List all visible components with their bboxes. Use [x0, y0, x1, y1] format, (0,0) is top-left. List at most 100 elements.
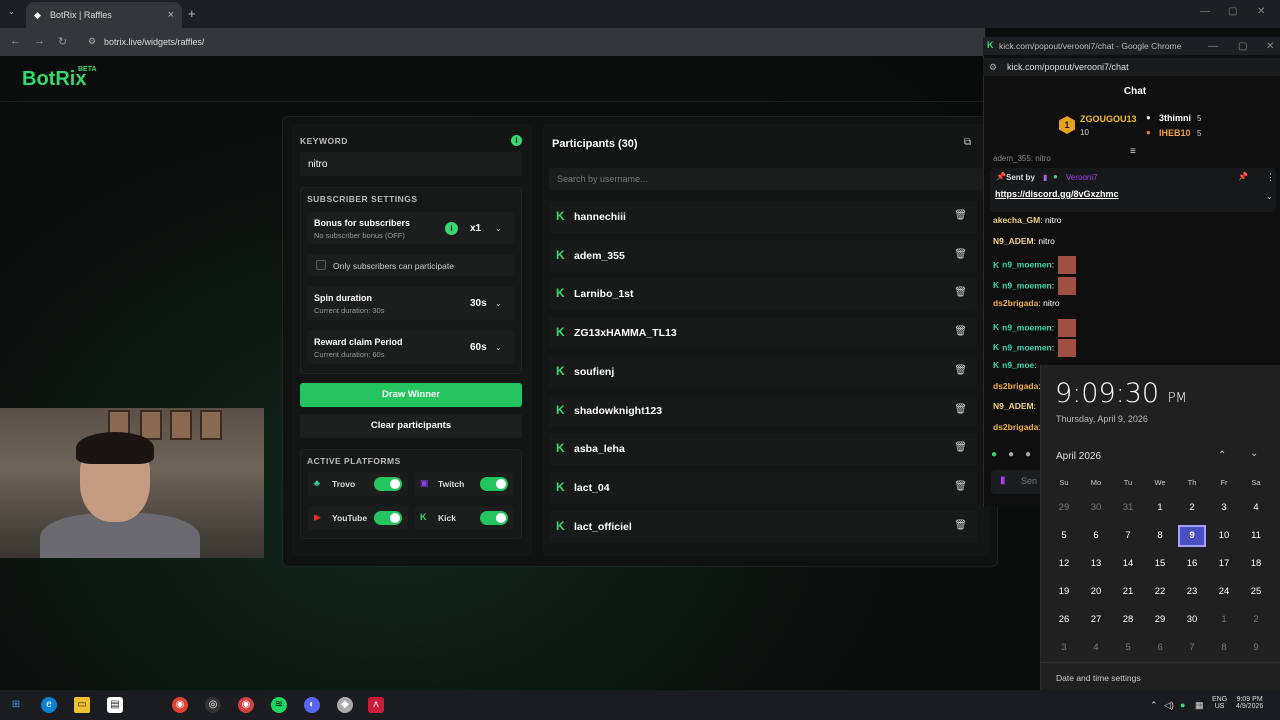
close-window-icon[interactable]: ✕ — [1257, 6, 1265, 17]
app-icon[interactable]: ʌ — [368, 697, 384, 713]
calendar-day[interactable]: 26 — [1050, 609, 1078, 631]
calendar-day[interactable]: 5 — [1050, 525, 1078, 547]
app-icon[interactable]: ◆ — [337, 697, 353, 713]
url-field[interactable]: ⚙ botrix.live/widgets/raffles/ — [86, 33, 981, 51]
copy-icon[interactable]: ⧉ — [964, 137, 971, 148]
calendar-day[interactable]: 6 — [1082, 525, 1110, 547]
calendar-day[interactable]: 29 — [1146, 609, 1174, 631]
file-explorer-icon[interactable]: ▭ — [74, 697, 90, 713]
trash-icon[interactable]: 🗑 — [954, 287, 967, 298]
calendar-day[interactable]: 10 — [1210, 525, 1238, 547]
calendar-day[interactable]: 1 — [1210, 609, 1238, 631]
calendar-day[interactable]: 22 — [1146, 581, 1174, 603]
chat-username[interactable]: ds2brigada — [993, 298, 1038, 308]
chat-username[interactable]: n9_moemen — [1002, 260, 1052, 270]
site-info-icon[interactable]: ⚙ — [989, 62, 997, 73]
more-options-icon[interactable]: ⋮ — [1266, 172, 1275, 183]
calendar-day[interactable]: 2 — [1242, 609, 1270, 631]
calendar-day[interactable]: 27 — [1082, 609, 1110, 631]
store-icon[interactable]: ▤ — [107, 697, 123, 713]
back-icon[interactable]: ← — [10, 35, 21, 47]
clear-participants-button[interactable]: Clear participants — [300, 414, 522, 438]
spotify-icon[interactable]: ≋ — [271, 697, 287, 713]
draw-winner-button[interactable]: Draw Winner — [300, 383, 522, 407]
calendar-day[interactable]: 8 — [1146, 525, 1174, 547]
trash-icon[interactable]: 🗑 — [954, 442, 967, 453]
calendar-day[interactable]: 13 — [1082, 553, 1110, 575]
calendar-day[interactable]: 7 — [1114, 525, 1142, 547]
calendar-day[interactable]: 30 — [1082, 497, 1110, 519]
calendar-day[interactable]: 18 — [1242, 553, 1270, 575]
emote-icon[interactable]: ● — [991, 449, 997, 460]
chat-url-field[interactable]: kick.com/popout/verooni7/chat — [983, 58, 1280, 76]
taskbar-clock[interactable]: 9:09 PM 4/9/2026 — [1236, 696, 1263, 710]
reload-icon[interactable]: ↻ — [58, 35, 67, 48]
calendar-day[interactable]: 7 — [1178, 637, 1206, 659]
network-icon[interactable]: ▦ — [1195, 700, 1204, 711]
bonus-info-icon[interactable]: i — [445, 222, 458, 235]
close-tab-icon[interactable]: × — [168, 9, 174, 21]
calendar-day[interactable]: 24 — [1210, 581, 1238, 603]
chat-username[interactable]: n9_moemen — [1002, 342, 1052, 352]
keyword-input[interactable]: nitro — [300, 152, 522, 176]
chevron-up-icon[interactable]: ⌃ — [1218, 450, 1226, 461]
volume-icon[interactable]: ◁) — [1164, 700, 1174, 711]
calendar-day[interactable]: 3 — [1210, 497, 1238, 519]
calendar-day[interactable]: 6 — [1146, 637, 1174, 659]
forward-icon[interactable]: → — [34, 35, 45, 47]
calendar-day[interactable]: 9 — [1178, 525, 1206, 547]
info-icon[interactable]: i — [511, 135, 522, 146]
trash-icon[interactable]: 🗑 — [954, 481, 967, 492]
tab-search-icon[interactable]: ⌄ — [8, 7, 15, 16]
calendar-month[interactable]: April 2026 — [1056, 451, 1101, 462]
chat-username[interactable]: akecha_GM — [993, 215, 1040, 225]
calendar-day[interactable]: 23 — [1178, 581, 1206, 603]
trash-icon[interactable]: 🗑 — [954, 210, 967, 221]
language-indicator[interactable]: ENG US — [1212, 696, 1227, 710]
calendar-day[interactable]: 29 — [1050, 497, 1078, 519]
calendar-day[interactable]: 31 — [1114, 497, 1142, 519]
twitch-toggle[interactable] — [480, 477, 508, 491]
calendar-day[interactable]: 5 — [1114, 637, 1142, 659]
calendar-day[interactable]: 4 — [1082, 637, 1110, 659]
discord-icon[interactable]: ◐ — [304, 697, 320, 713]
spin-select[interactable]: 30s — [470, 298, 487, 309]
edge-icon[interactable]: e — [41, 697, 57, 713]
calendar-day[interactable]: 4 — [1242, 497, 1270, 519]
windows-start-icon[interactable]: ⊞ — [8, 697, 24, 713]
calendar-day[interactable]: 21 — [1114, 581, 1142, 603]
calendar-day[interactable]: 8 — [1210, 637, 1238, 659]
trash-icon[interactable]: 🗑 — [954, 326, 967, 337]
site-info-icon[interactable]: ⚙ — [88, 36, 96, 47]
obs-icon[interactable]: ◎ — [205, 697, 221, 713]
tray-app-icon[interactable]: ● — [1180, 700, 1185, 710]
emote-icon[interactable]: ● — [1008, 449, 1014, 460]
calendar-day[interactable]: 28 — [1114, 609, 1142, 631]
show-hidden-icons[interactable]: ⌃ — [1150, 700, 1158, 711]
botrix-logo[interactable]: BotRix BETA — [22, 66, 97, 91]
chat-username[interactable]: n9_moe — [1002, 360, 1034, 370]
trash-icon[interactable]: 🗑 — [954, 404, 967, 415]
chevron-down-icon[interactable]: ⌄ — [495, 299, 502, 308]
calendar-day[interactable]: 3 — [1050, 637, 1078, 659]
only-subs-checkbox[interactable] — [316, 260, 326, 270]
calendar-day[interactable]: 15 — [1146, 553, 1174, 575]
minimize-icon[interactable]: — — [1200, 6, 1210, 17]
calendar-day[interactable]: 9 — [1242, 637, 1270, 659]
kick-toggle[interactable] — [480, 511, 508, 525]
calendar-day[interactable]: 30 — [1178, 609, 1206, 631]
claim-select[interactable]: 60s — [470, 342, 487, 353]
date-time-settings-link[interactable]: Date and time settings — [1056, 673, 1141, 683]
browser-tab[interactable]: ◆ BotRix | Raffles × — [26, 2, 182, 28]
calendar-day[interactable]: 20 — [1082, 581, 1110, 603]
calendar-day[interactable]: 17 — [1210, 553, 1238, 575]
chat-username[interactable]: N9_ADEM — [993, 401, 1034, 411]
calendar-day[interactable]: 12 — [1050, 553, 1078, 575]
chrome-icon[interactable]: ◉ — [172, 697, 188, 713]
trash-icon[interactable]: 🗑 — [954, 365, 967, 376]
emote-icon[interactable]: ● — [1025, 449, 1031, 460]
maximize-icon[interactable]: ▢ — [1238, 41, 1247, 52]
chevron-down-icon[interactable]: ⌄ — [1266, 192, 1273, 201]
calendar-day[interactable]: 25 — [1242, 581, 1270, 603]
maximize-icon[interactable]: ▢ — [1228, 6, 1237, 17]
